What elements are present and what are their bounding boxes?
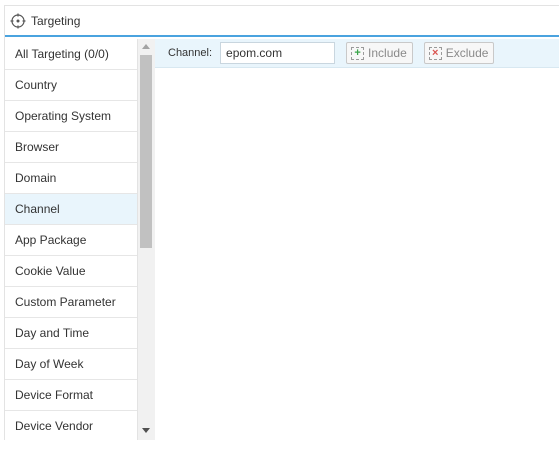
include-button-label: Include <box>368 46 407 60</box>
panel-title: Targeting <box>31 13 81 28</box>
scroll-up-arrow-icon[interactable] <box>142 44 150 49</box>
include-button[interactable]: + Include <box>346 42 413 64</box>
cross-icon: × <box>428 46 442 60</box>
sidebar-item-day-of-week[interactable]: Day of Week <box>5 349 137 380</box>
scrollbar-thumb[interactable] <box>140 55 152 248</box>
channel-input[interactable] <box>220 42 336 64</box>
targeting-sidebar: All Targeting (0/0) Country Operating Sy… <box>5 39 138 440</box>
sidebar-item-custom-parameter[interactable]: Custom Parameter <box>5 287 137 318</box>
targeting-panel: Targeting All Targeting (0/0) Country Op… <box>4 5 559 440</box>
sidebar-item-app-package[interactable]: App Package <box>5 225 137 256</box>
exclude-button[interactable]: × Exclude <box>423 42 495 64</box>
sidebar-item-domain[interactable]: Domain <box>5 163 137 194</box>
plus-icon: + <box>351 46 365 60</box>
crosshair-icon <box>10 13 26 29</box>
sidebar-item-cookie-value[interactable]: Cookie Value <box>5 256 137 287</box>
sidebar-item-all-targeting[interactable]: All Targeting (0/0) <box>5 39 137 70</box>
targeting-content: Channel: + Include × Exclude <box>155 39 559 440</box>
sidebar-item-operating-system[interactable]: Operating System <box>5 101 137 132</box>
channel-label: Channel: <box>168 47 213 59</box>
channel-toolbar: Channel: + Include × Exclude <box>155 39 559 68</box>
sidebar-item-channel[interactable]: Channel <box>5 194 137 225</box>
sidebar-item-day-and-time[interactable]: Day and Time <box>5 318 137 349</box>
sidebar-item-country[interactable]: Country <box>5 70 137 101</box>
exclude-button-label: Exclude <box>445 46 489 60</box>
sidebar-item-device-vendor[interactable]: Device Vendor <box>5 411 137 440</box>
panel-header: Targeting <box>5 6 559 37</box>
scroll-down-arrow-icon[interactable] <box>142 428 150 433</box>
sidebar-item-browser[interactable]: Browser <box>5 132 137 163</box>
sidebar-item-device-format[interactable]: Device Format <box>5 380 137 411</box>
sidebar-scrollbar[interactable] <box>138 39 155 440</box>
